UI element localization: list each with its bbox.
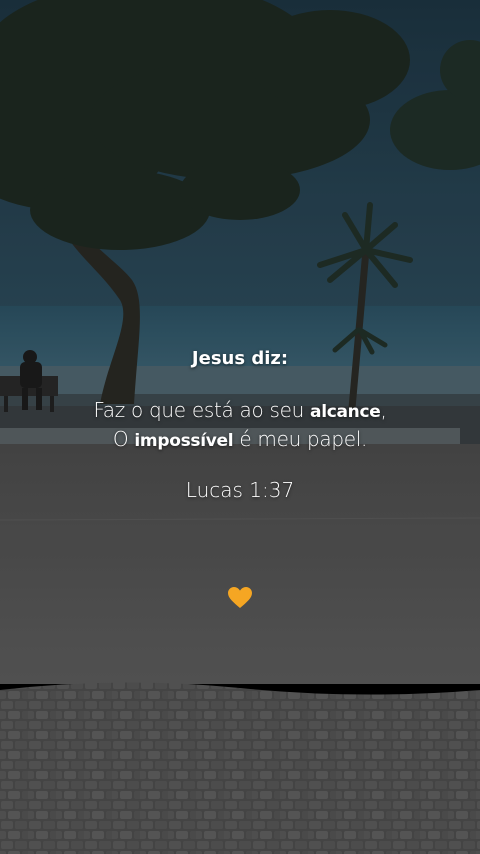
caption-title: Jesus diz: <box>191 348 289 369</box>
verse-text: Faz o que está ao seu alcance, O impossí… <box>0 397 480 455</box>
video-frame: Jesus diz: Faz o que está ao seu alcance… <box>0 0 480 854</box>
verse-emphasis-alcance: alcance <box>310 402 381 422</box>
verse-reference: Lucas 1:37 <box>185 478 295 502</box>
verse-emphasis-impossivel: impossível <box>134 431 234 451</box>
verse-line-2: O impossível é meu papel. <box>112 427 368 451</box>
verse-line-1: Faz o que está ao seu alcance, <box>93 398 387 422</box>
orange-heart-icon <box>228 587 252 608</box>
